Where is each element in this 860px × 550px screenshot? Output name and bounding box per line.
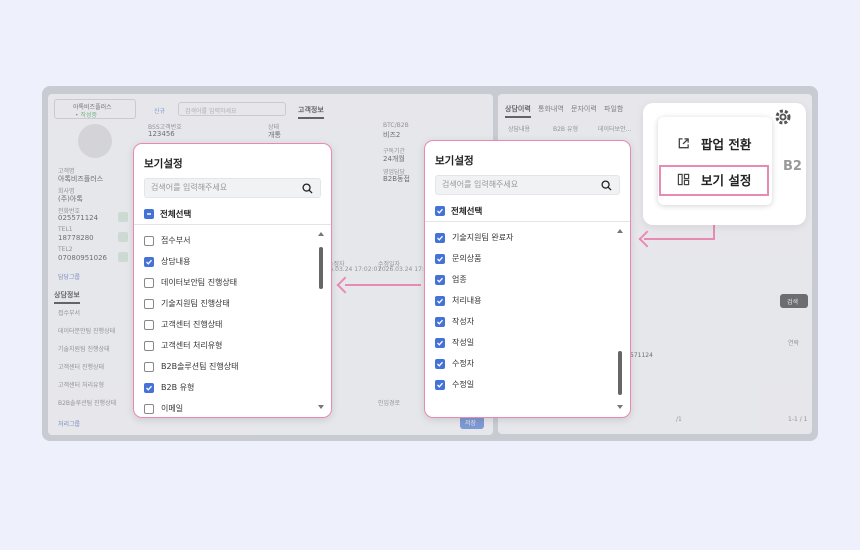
search-icon[interactable]	[601, 180, 612, 191]
top-search-input[interactable]: 검색어를 입력하세요	[178, 102, 286, 116]
column-option-label: 업종	[452, 275, 467, 284]
tab-sms-history[interactable]: 문자이력	[571, 104, 597, 114]
search-box	[435, 175, 620, 195]
scroll-thumb[interactable]	[319, 247, 323, 289]
scroll-up-icon[interactable]	[318, 232, 324, 236]
tab-consult-info[interactable]: 상담정보	[54, 290, 80, 304]
column-option[interactable]: 이메일	[144, 403, 183, 414]
view-settings-modal-right: 보기설정 전체선택 기술지원팀 완료자문의상품업종처리내용작성자작성일수정자수정…	[424, 140, 631, 418]
search-input[interactable]	[151, 183, 301, 192]
column-list: 접수부서상담내용데이터보안팀 진행상태기술지원팀 진행상태고객센터 진행상태고객…	[144, 224, 313, 417]
column-checkbox[interactable]	[144, 298, 154, 309]
column-checkbox[interactable]	[435, 295, 445, 306]
company-select[interactable]: 아톡비즈플러스 • 작성중	[54, 99, 136, 119]
column-checkbox[interactable]	[435, 358, 445, 369]
column-checkbox[interactable]	[435, 316, 445, 327]
column-checkbox[interactable]	[144, 277, 154, 288]
column-option-label: 수정자	[452, 359, 475, 368]
select-all-checkbox[interactable]	[144, 209, 154, 219]
column-checkbox[interactable]	[435, 274, 445, 285]
scroll-up-icon[interactable]	[617, 229, 623, 233]
avatar	[78, 124, 112, 158]
column-list: 기술지원팀 완료자문의상품업종처리내용작성자작성일수정자수정일	[435, 221, 612, 417]
search-button[interactable]: 검색	[780, 294, 808, 308]
column-option[interactable]: 고객센터 처리유형	[144, 340, 222, 351]
scroll-down-icon[interactable]	[318, 405, 324, 409]
tab-consult-history[interactable]: 상담이력	[505, 104, 531, 118]
column-option-label: 기술지원팀 진행상태	[161, 299, 230, 308]
column-option-label: 고객센터 진행상태	[161, 320, 223, 329]
call-button[interactable]	[118, 232, 128, 242]
call-button[interactable]	[118, 252, 128, 262]
column-option[interactable]: 문의상품	[435, 253, 481, 264]
column-option[interactable]: 고객센터 진행상태	[144, 319, 222, 330]
column-option-label: 문의상품	[452, 254, 482, 263]
search-input[interactable]	[442, 180, 592, 189]
column-checkbox[interactable]	[435, 379, 445, 390]
column-checkbox[interactable]	[435, 337, 445, 348]
popup-switch-item[interactable]: 팝업 전환	[658, 129, 772, 157]
column-option-label: 고객센터 처리유형	[161, 341, 223, 350]
column-checkbox[interactable]	[435, 232, 445, 243]
column-option-label: 처리내용	[452, 296, 482, 305]
column-option[interactable]: B2B 유형	[144, 382, 194, 393]
tab-files[interactable]: 파일함	[604, 104, 623, 114]
column-option-label: 기술지원팀 완료자	[452, 233, 514, 242]
column-option-label: 작성일	[452, 338, 475, 347]
column-checkbox[interactable]	[144, 235, 154, 246]
column-option-label: 접수부서	[161, 236, 191, 245]
call-button[interactable]	[118, 212, 128, 222]
new-button[interactable]: 신규	[154, 106, 165, 115]
column-option[interactable]: 기술지원팀 진행상태	[144, 298, 230, 309]
column-option[interactable]: 수정자	[435, 358, 474, 369]
column-option[interactable]: 접수부서	[144, 235, 190, 246]
column-option[interactable]: 기술지원팀 완료자	[435, 232, 513, 243]
column-option[interactable]: B2B솔루션팀 진행상태	[144, 361, 239, 372]
column-option[interactable]: 처리내용	[435, 295, 481, 306]
tab-call-history[interactable]: 통화내역	[538, 104, 564, 114]
view-settings-modal-left: 보기설정 전체선택 접수부서상담내용데이터보안팀 진행상태기술지원팀 진행상태고…	[133, 143, 332, 418]
column-option-label: 수정일	[452, 380, 475, 389]
column-option[interactable]: 데이터보안팀 진행상태	[144, 277, 237, 288]
column-checkbox[interactable]	[144, 256, 154, 267]
select-all-row[interactable]: 전체선택	[435, 205, 482, 217]
column-option-label: B2B 유형	[161, 383, 195, 392]
modal-title: 보기설정	[144, 158, 183, 170]
scrollbar[interactable]	[617, 229, 623, 409]
tab-customer-info[interactable]: 고객정보	[298, 105, 324, 119]
column-option[interactable]: 상담내용	[144, 256, 190, 267]
select-all-row[interactable]: 전체선택	[144, 208, 191, 220]
column-option-label: 상담내용	[161, 257, 191, 266]
search-icon[interactable]	[302, 183, 313, 194]
column-option-label: B2B솔루션팀 진행상태	[161, 362, 239, 371]
column-option[interactable]: 수정일	[435, 379, 474, 390]
arrow-connector-left	[345, 284, 421, 286]
column-checkbox[interactable]	[144, 361, 154, 372]
modal-title: 보기설정	[435, 155, 474, 167]
column-option[interactable]: 업종	[435, 274, 467, 285]
column-option-label: 이메일	[161, 404, 184, 413]
scroll-thumb[interactable]	[618, 351, 622, 395]
column-checkbox[interactable]	[144, 340, 154, 351]
column-checkbox[interactable]	[144, 319, 154, 330]
column-option[interactable]: 작성일	[435, 337, 474, 348]
column-option[interactable]: 작성자	[435, 316, 474, 327]
select-all-checkbox[interactable]	[435, 206, 445, 216]
highlight-box	[659, 165, 769, 196]
column-option-label: 작성자	[452, 317, 475, 326]
search-box	[144, 178, 321, 198]
column-checkbox[interactable]	[144, 382, 154, 393]
gear-icon[interactable]	[773, 107, 793, 127]
column-option-label: 데이터보안팀 진행상태	[161, 278, 238, 287]
column-checkbox[interactable]	[144, 403, 154, 414]
external-link-icon	[678, 137, 689, 148]
column-checkbox[interactable]	[435, 253, 445, 264]
scrollbar[interactable]	[318, 232, 324, 409]
b2b-fragment: B2	[783, 159, 802, 174]
scroll-down-icon[interactable]	[617, 405, 623, 409]
header-menu-panel: B2 팝업 전환 보기 설정	[643, 103, 806, 225]
